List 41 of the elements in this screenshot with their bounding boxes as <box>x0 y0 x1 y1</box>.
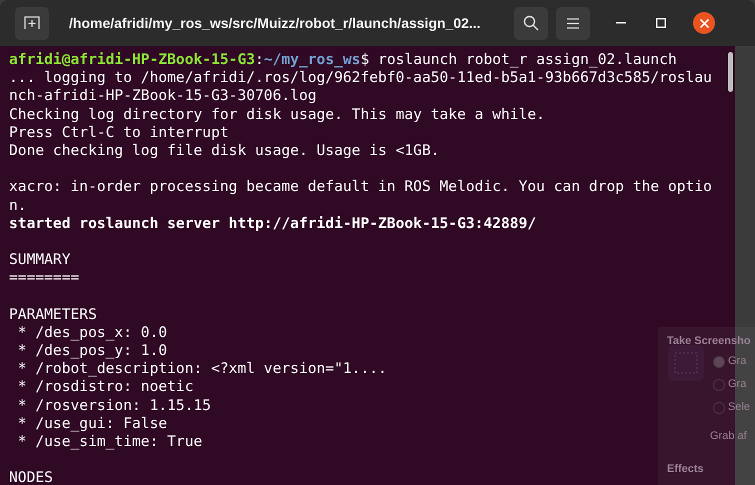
terminal-line: PARAMETERS <box>9 306 97 324</box>
option-label: Sele <box>728 401 750 414</box>
window-title: /home/afridi/my_ros_ws/src/Muizz/robot_r/launch/assign_02... <box>69 14 482 32</box>
terminal-line: * /des_pos_x: 0.0 <box>16 324 168 342</box>
terminal-line: SUMMARY <box>9 251 71 270</box>
new-tab-icon <box>24 16 40 30</box>
scrollbar-thumb[interactable] <box>728 52 733 92</box>
terminal-line: * /robot_description: <?xml version="1.... <box>16 360 387 378</box>
terminal-line: xacro: in-order processing became default in ROS Melodic. You can drop the optio <box>9 178 712 196</box>
search-button[interactable] <box>514 6 548 40</box>
search-icon <box>523 15 539 31</box>
dialog-title: Take Screensho <box>667 335 751 348</box>
screenshot-area-icon <box>668 345 704 381</box>
terminal-prompt-line: afridi@afridi-HP-ZBook-15-G3:~/my_ros_ws$ roslaunch robot_r assign_02.launch <box>9 51 677 70</box>
new-tab-button[interactable] <box>15 6 49 40</box>
terminal-line: Press Ctrl-C to interrupt <box>9 124 229 142</box>
close-icon <box>700 18 708 28</box>
menu-icon <box>567 18 579 28</box>
terminal-line: Checking log directory for disk usage. This may take a while. <box>9 106 545 124</box>
terminal-line: * /use_gui: False <box>16 414 168 433</box>
terminal-line: n. <box>9 196 27 215</box>
terminal-line: nch-afridi-HP-ZBook-15-G3-30706.log <box>9 87 317 106</box>
maximize-icon <box>656 18 666 28</box>
option-label: Gra <box>728 355 746 368</box>
terminal-line: NODES <box>9 469 53 485</box>
delay-label: Grab af <box>710 430 747 443</box>
terminal-line: * /use_sim_time: True <box>16 432 202 452</box>
radio-button[interactable] <box>713 379 725 391</box>
option-label: Gra <box>728 378 746 391</box>
terminal-line: started roslaunch server http://afridi-HP-ZBook-15-G3:42889/ <box>9 214 536 233</box>
terminal-line: Done checking log file disk usage. Usage is <1GB. <box>9 142 440 160</box>
terminal-line: * /rosdistro: noetic <box>16 378 194 397</box>
terminal-line: * /rosversion: 1.15.15 <box>16 396 212 415</box>
terminal-line: ... logging to /home/afridi/.ros/log/962febf0-aa50-11ed-b5a1-93b667d3c585/roslau <box>9 69 712 88</box>
minimize-icon <box>616 22 626 24</box>
close-button[interactable] <box>693 12 715 34</box>
section-heading: Effects <box>667 463 704 476</box>
menu-button[interactable] <box>556 6 590 40</box>
radio-button[interactable] <box>713 402 725 414</box>
terminal-line: ======== <box>9 269 80 288</box>
terminal-line: * /des_pos_y: 1.0 <box>16 342 168 360</box>
